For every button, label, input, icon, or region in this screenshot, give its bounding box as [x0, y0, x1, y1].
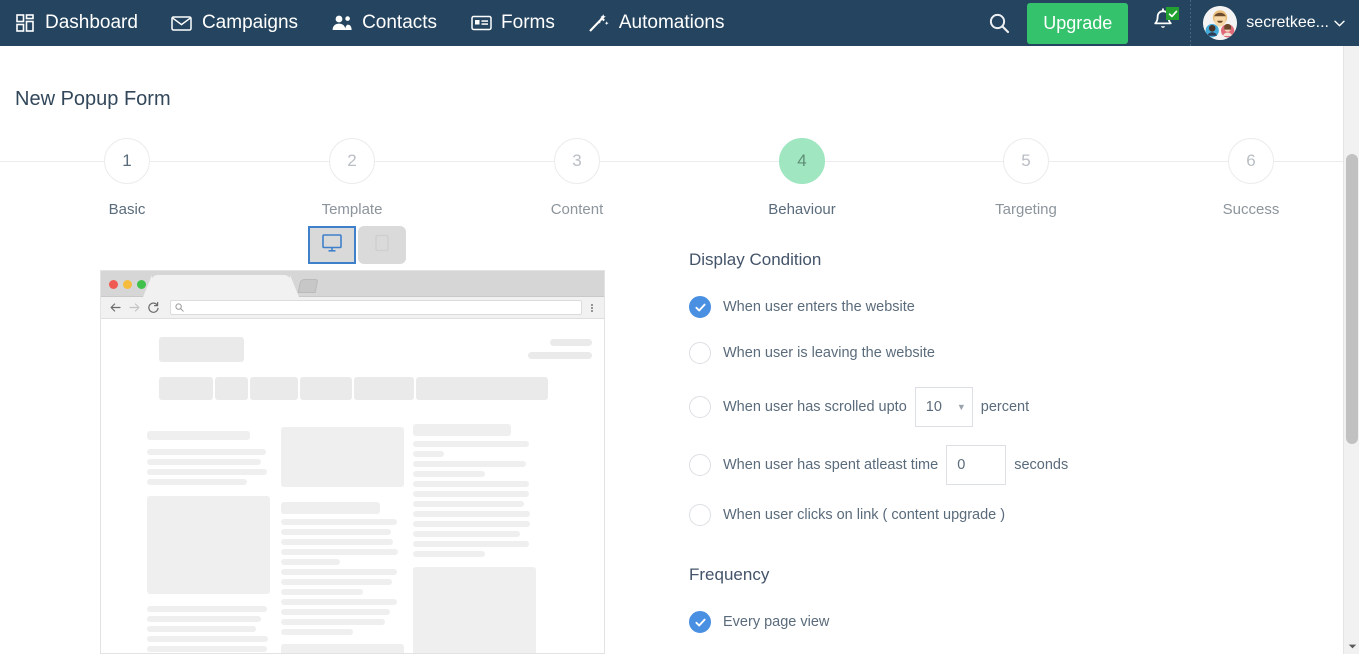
browser-preview-mockup	[100, 270, 605, 654]
nav-item-label: Forms	[501, 12, 555, 33]
scroll-percent-value: 10	[925, 399, 942, 415]
search-icon	[175, 303, 184, 312]
spent-time-input[interactable]	[946, 445, 1007, 485]
arrow-right-icon	[126, 299, 143, 316]
wizard-stepper: 1 Basic 2 Template 3 Content 4 Behaviour…	[0, 138, 1345, 223]
nav-item-campaigns[interactable]: Campaigns	[170, 12, 298, 34]
browser-content-skeleton	[101, 319, 604, 653]
display-condition-option-link[interactable]: When user clicks on link ( content upgra…	[689, 503, 1289, 527]
nav-item-label: Campaigns	[201, 12, 299, 33]
notifications-button[interactable]	[1144, 3, 1182, 43]
form-card-icon	[469, 12, 493, 34]
page-title: New Popup Form	[15, 88, 171, 110]
radio-enters-website[interactable]	[689, 296, 711, 318]
reload-icon	[145, 299, 162, 316]
nav-item-label: Contacts	[362, 12, 438, 33]
step-basic[interactable]: 1 Basic	[52, 138, 202, 218]
browser-new-tab	[297, 279, 319, 293]
browser-tab-bar	[101, 271, 604, 297]
step-label: Behaviour	[768, 201, 836, 218]
display-condition-option-enters[interactable]: When user enters the website	[689, 295, 1289, 319]
chevron-down-icon[interactable]	[1344, 638, 1359, 654]
arrow-left-icon	[107, 299, 124, 316]
frequency-option-every-page-view[interactable]: Every page view	[689, 610, 1289, 634]
radio-leaving-website[interactable]	[689, 342, 711, 364]
step-number[interactable]: 2	[329, 138, 375, 184]
window-close-dot	[109, 280, 118, 289]
step-number[interactable]: 5	[1003, 138, 1049, 184]
option-label: When user has scrolled upto	[723, 399, 907, 415]
display-condition-option-time[interactable]: When user has spent atleast time seconds	[689, 445, 1289, 485]
step-label: Targeting	[995, 201, 1057, 218]
notification-badge	[1166, 7, 1180, 20]
option-label: When user enters the website	[723, 299, 915, 315]
check-icon	[1168, 10, 1178, 17]
display-condition-title: Display Condition	[689, 250, 822, 269]
nav-item-label: Automations	[618, 12, 725, 33]
radio-clicks-link[interactable]	[689, 504, 711, 526]
monitor-icon	[321, 233, 343, 258]
step-content[interactable]: 3 Content	[502, 138, 652, 218]
browser-url-bar[interactable]	[170, 300, 582, 315]
page-scrollbar[interactable]	[1343, 46, 1359, 654]
option-label: Every page view	[723, 614, 830, 630]
step-targeting[interactable]: 5 Targeting	[951, 138, 1101, 218]
top-navigation-bar: Dashboard Campaigns Contacts Forms Autom…	[0, 0, 1359, 46]
browser-toolbar	[101, 297, 604, 319]
primary-nav-links: Dashboard Campaigns Contacts Forms Autom…	[0, 12, 757, 34]
nav-item-automations[interactable]: Automations	[587, 12, 725, 34]
grid-icon	[13, 12, 37, 34]
behaviour-settings-pane: Display Condition When user enters the w…	[689, 250, 1289, 656]
step-number[interactable]: 4	[779, 138, 825, 184]
scroll-percent-select[interactable]: 10 ▼	[914, 387, 973, 427]
option-label: When user has spent atleast time	[723, 457, 939, 473]
step-label: Content	[550, 201, 604, 218]
nav-item-contacts[interactable]: Contacts	[330, 12, 437, 34]
check-icon	[694, 618, 706, 626]
radio-every-page-view[interactable]	[689, 611, 711, 633]
display-condition-option-leaving[interactable]: When user is leaving the website	[689, 341, 1289, 365]
radio-spent-time[interactable]	[689, 454, 711, 476]
step-number[interactable]: 1	[104, 138, 150, 184]
check-icon	[694, 303, 706, 311]
search-icon[interactable]	[979, 3, 1019, 43]
device-preview-tabs	[308, 226, 406, 264]
step-template[interactable]: 2 Template	[277, 138, 427, 218]
nav-item-label: Dashboard	[45, 12, 138, 33]
option-label: When user clicks on link ( content upgra…	[723, 507, 1006, 523]
display-condition-option-scrolled[interactable]: When user has scrolled upto 10 ▼ percent	[689, 387, 1289, 427]
nav-divider	[1190, 0, 1192, 46]
frequency-title: Frequency	[689, 565, 770, 584]
spent-time-suffix: seconds	[1014, 457, 1069, 473]
envelope-icon	[170, 12, 194, 34]
step-number[interactable]: 6	[1228, 138, 1274, 184]
user-menu[interactable]: secretkee...	[1203, 6, 1345, 40]
step-label: Template	[321, 201, 383, 218]
people-icon	[330, 12, 354, 34]
group-avatar-icon	[1203, 6, 1238, 40]
user-name-label: secretkee...	[1246, 14, 1329, 31]
step-label: Success	[1222, 201, 1280, 218]
step-label: Basic	[108, 201, 146, 218]
kebab-menu-icon	[586, 303, 598, 312]
nav-item-forms[interactable]: Forms	[469, 12, 555, 34]
nav-right-actions: Upgrade secretkee...	[979, 0, 1359, 46]
tablet-icon	[372, 233, 392, 258]
radio-scrolled-upto[interactable]	[689, 396, 711, 418]
magic-wand-icon	[587, 12, 611, 34]
scroll-percent-suffix: percent	[980, 399, 1030, 415]
chevron-down-icon: ▼	[956, 402, 966, 412]
step-behaviour[interactable]: 4 Behaviour	[727, 138, 877, 218]
upgrade-button[interactable]: Upgrade	[1027, 2, 1129, 44]
step-number[interactable]: 3	[554, 138, 600, 184]
browser-tab	[143, 275, 299, 297]
window-minimize-dot	[123, 280, 132, 289]
device-tab-mobile[interactable]	[358, 226, 406, 264]
step-success[interactable]: 6 Success	[1176, 138, 1326, 218]
device-tab-desktop[interactable]	[308, 226, 356, 264]
nav-item-dashboard[interactable]: Dashboard	[13, 12, 138, 34]
option-label: When user is leaving the website	[723, 345, 935, 361]
chevron-down-icon	[1334, 17, 1345, 29]
scrollbar-thumb[interactable]	[1346, 154, 1358, 444]
